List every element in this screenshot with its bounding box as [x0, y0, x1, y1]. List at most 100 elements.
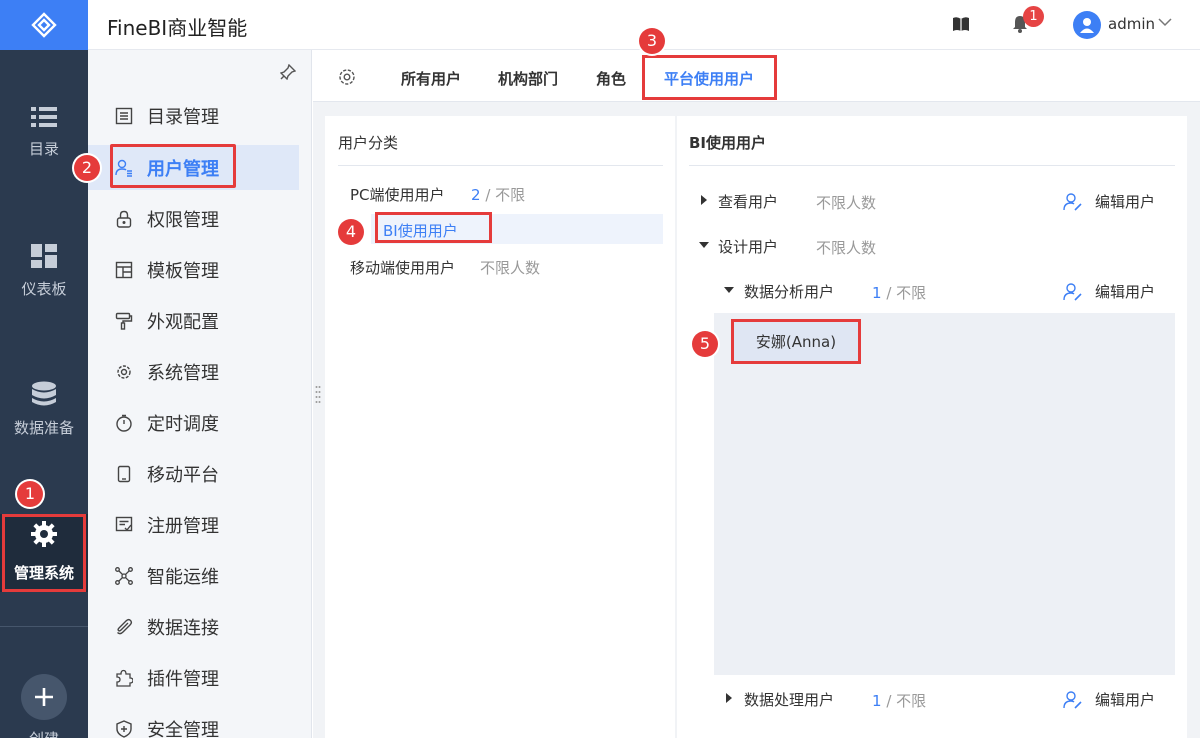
- create-button[interactable]: [21, 674, 67, 720]
- divider: [338, 165, 663, 166]
- shield-icon: [114, 719, 134, 738]
- finebi-logo[interactable]: [0, 0, 88, 50]
- user-icon: [1080, 18, 1094, 33]
- expand-arrow-icon[interactable]: [726, 693, 732, 703]
- user-chip[interactable]: 安娜(Anna): [731, 319, 861, 364]
- menu-item-catalog[interactable]: 目录管理: [88, 93, 299, 138]
- menu-item-security[interactable]: 安全管理: [88, 706, 299, 738]
- menu-item-label: 数据连接: [147, 617, 219, 639]
- row-designer-label[interactable]: 设计用户: [718, 236, 778, 257]
- user-list-area: [714, 313, 1175, 675]
- category-count: 2 / 不限: [471, 184, 525, 205]
- row-analyst-count: 1 / 不限: [872, 282, 926, 303]
- menu-item-plugins[interactable]: 插件管理: [88, 655, 299, 700]
- panel-title: 用户分类: [338, 134, 399, 152]
- divider: [689, 165, 1175, 166]
- chevron-down-icon[interactable]: [1158, 18, 1172, 27]
- expand-arrow-icon[interactable]: [701, 195, 707, 205]
- menu-item-templates[interactable]: 模板管理: [88, 247, 299, 292]
- edit-analyst-button[interactable]: 编辑用户: [1063, 281, 1155, 302]
- bi-users-panel: BI使用用户 查看用户 不限人数 编辑用户 设计用户 不限人数 数据分析用户 1…: [677, 116, 1187, 738]
- callout-1: 1: [17, 481, 43, 507]
- menu-item-label: 权限管理: [147, 209, 219, 231]
- row-analyst-label[interactable]: 数据分析用户: [744, 281, 834, 302]
- menu-item-permissions[interactable]: 权限管理: [88, 196, 299, 241]
- callout-2: 2: [74, 155, 100, 181]
- edit-label: 编辑用户: [1095, 193, 1156, 211]
- menu-item-mobile[interactable]: 移动平台: [88, 451, 299, 496]
- callout-4: 4: [338, 219, 364, 245]
- menu-item-schedule[interactable]: 定时调度: [88, 400, 299, 445]
- menu-item-label: 模板管理: [147, 260, 219, 282]
- left-rail: 目录 仪表板 数据准备 管理系统 创建: [0, 0, 88, 738]
- tab-departments[interactable]: 机构部门: [498, 68, 558, 89]
- row-viewer-limit: 不限人数: [816, 194, 877, 212]
- count-limit: / 不限: [881, 692, 927, 710]
- collapse-arrow-icon[interactable]: [699, 242, 709, 248]
- plugin-icon: [114, 668, 134, 688]
- category-mobile-users[interactable]: 移动端使用用户: [350, 257, 455, 278]
- mobile-icon: [114, 464, 134, 484]
- menu-item-users[interactable]: 用户管理: [88, 144, 299, 190]
- tab-bar: 所有用户 机构部门 角色 平台使用用户: [313, 50, 1200, 102]
- rail-item-label: 仪表板: [21, 280, 67, 298]
- count-value: 1: [872, 284, 882, 302]
- row-viewer-label[interactable]: 查看用户: [718, 191, 778, 212]
- edit-user-icon: [1063, 282, 1083, 301]
- database-icon: [32, 381, 56, 406]
- category-pc-users[interactable]: PC端使用用户: [350, 184, 445, 205]
- menu-item-label: 外观配置: [147, 311, 219, 333]
- admin-menu: 目录管理 用户管理 权限管理 模板管理 外观配置 系统管理 定时调度 移动平台 …: [88, 50, 312, 738]
- avatar[interactable]: [1073, 11, 1101, 39]
- collapse-arrow-icon[interactable]: [724, 287, 734, 293]
- count-limit: / 不限: [480, 186, 526, 204]
- callout-5: 5: [692, 331, 718, 357]
- menu-item-label: 定时调度: [147, 413, 219, 435]
- tab-all-users[interactable]: 所有用户: [401, 68, 461, 89]
- resize-handle-icon[interactable]: [315, 385, 321, 403]
- book-icon[interactable]: [952, 16, 970, 32]
- rail-item-catalog[interactable]: 目录: [0, 106, 88, 159]
- count-limit: / 不限: [881, 284, 927, 302]
- panel-title: BI使用用户: [689, 134, 767, 152]
- rail-item-data-prep[interactable]: 数据准备: [0, 381, 88, 438]
- tab-roles[interactable]: 角色: [596, 68, 626, 89]
- menu-item-ops[interactable]: 智能运维: [88, 553, 299, 598]
- edit-label: 编辑用户: [1095, 283, 1156, 301]
- menu-item-register[interactable]: 注册管理: [88, 502, 299, 547]
- row-processor-label[interactable]: 数据处理用户: [744, 689, 834, 710]
- menu-item-appearance[interactable]: 外观配置: [88, 298, 299, 343]
- attachment-icon: [114, 617, 134, 637]
- catalog-icon: [114, 106, 134, 126]
- edit-processor-button[interactable]: 编辑用户: [1063, 689, 1155, 710]
- notification-badge: 1: [1023, 6, 1044, 27]
- rail-item-label: 目录: [28, 140, 59, 158]
- category-limit: 不限人数: [480, 259, 541, 277]
- menu-item-label: 插件管理: [147, 668, 219, 690]
- highlight-box: [642, 55, 777, 100]
- rail-item-label: 数据准备: [13, 419, 74, 437]
- menu-item-data-connection[interactable]: 数据连接: [88, 604, 299, 649]
- list-icon: [31, 107, 57, 127]
- template-icon: [114, 260, 134, 280]
- edit-viewer-button[interactable]: 编辑用户: [1063, 191, 1155, 212]
- plus-icon: [35, 688, 53, 706]
- row-designer-limit: 不限人数: [816, 239, 877, 257]
- pin-icon[interactable]: [280, 64, 296, 80]
- menu-item-label: 系统管理: [147, 362, 219, 384]
- edit-user-icon: [1063, 192, 1083, 211]
- menu-item-label: 移动平台: [147, 464, 219, 486]
- create-label: 创建: [0, 728, 88, 738]
- register-icon: [114, 515, 134, 535]
- rail-item-dashboard[interactable]: 仪表板: [0, 244, 88, 299]
- highlight-box: [2, 514, 86, 592]
- count-value: 1: [872, 692, 882, 710]
- timer-icon: [114, 413, 134, 433]
- menu-item-system[interactable]: 系统管理: [88, 349, 299, 394]
- menu-item-label: 目录管理: [147, 106, 219, 128]
- lock-icon: [114, 209, 134, 229]
- username[interactable]: admin: [1108, 15, 1155, 33]
- edit-user-icon: [1063, 690, 1083, 709]
- settings-icon[interactable]: [337, 67, 357, 87]
- app-title: FineBI商业智能: [107, 16, 248, 40]
